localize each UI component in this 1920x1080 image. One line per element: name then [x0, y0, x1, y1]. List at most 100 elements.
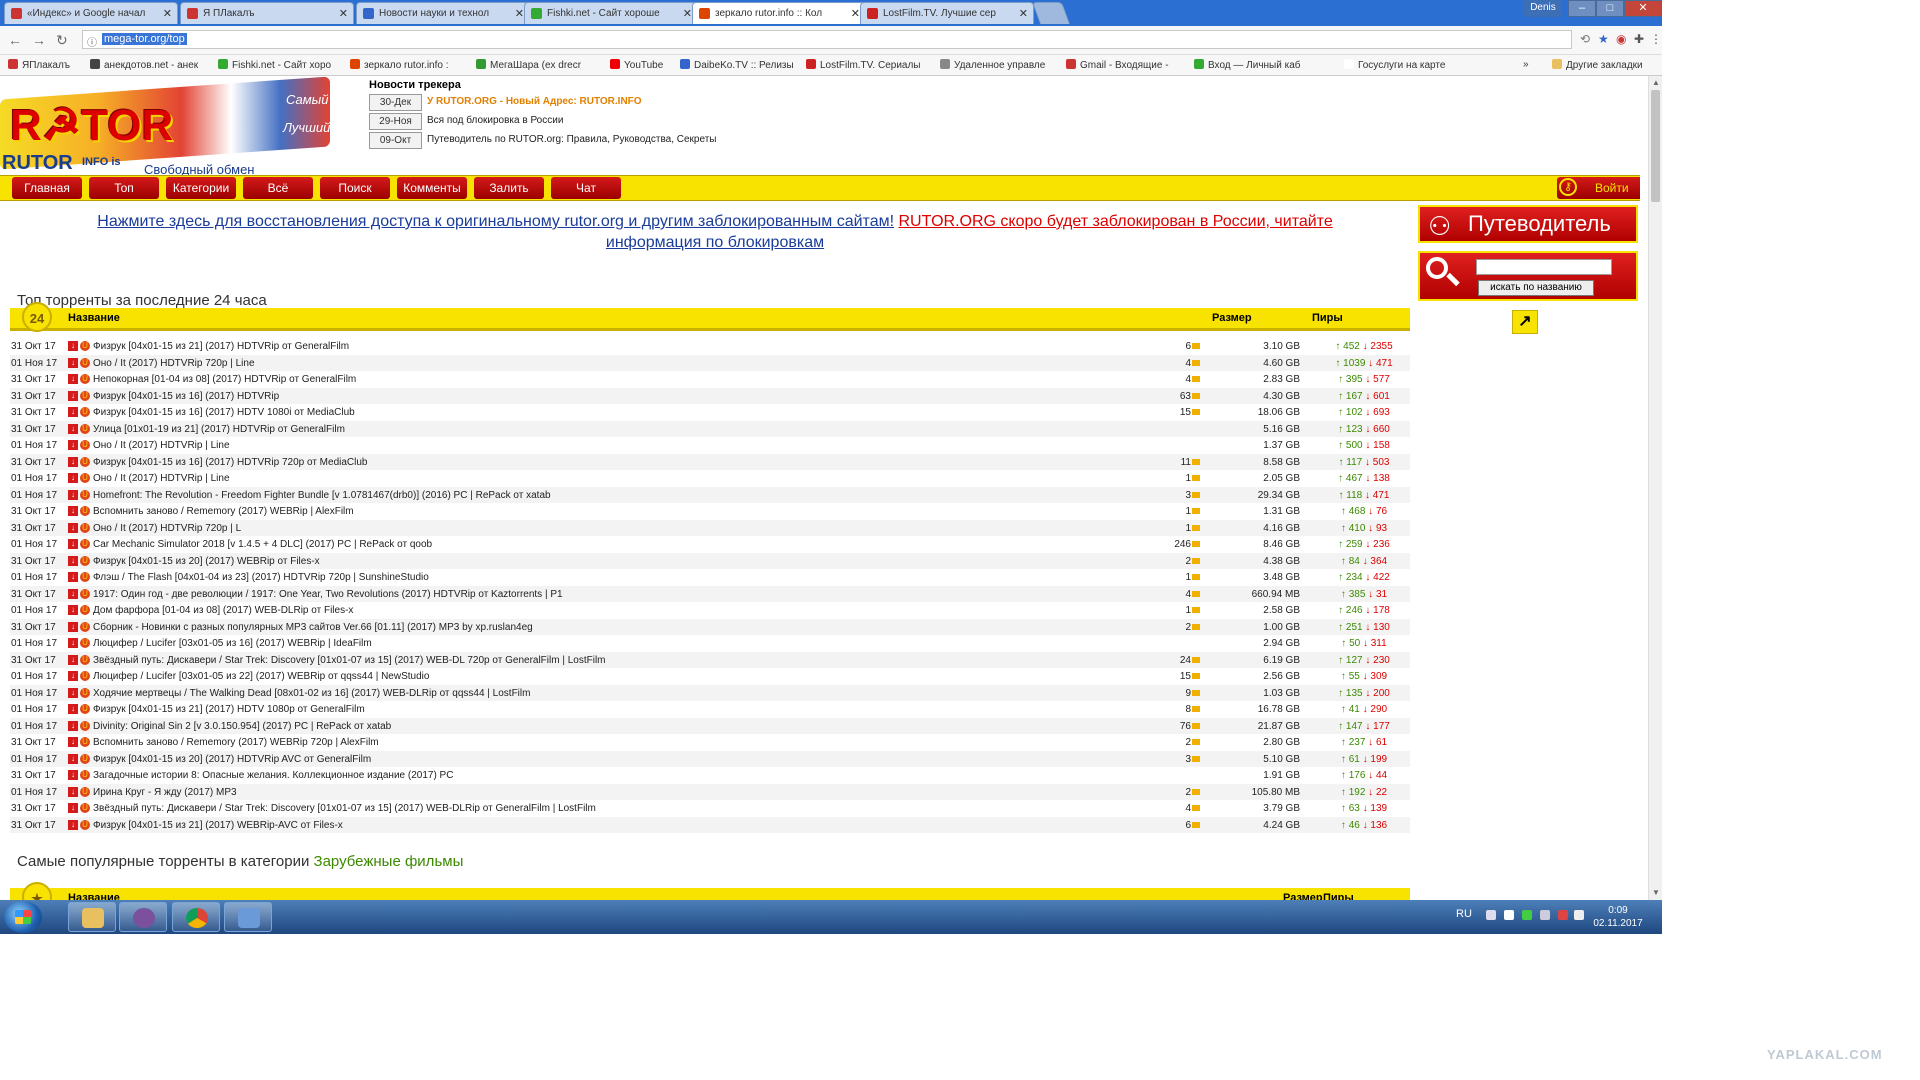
download-icon[interactable]: ↓	[68, 506, 78, 516]
download-icon[interactable]: ↓	[68, 770, 78, 780]
language-indicator[interactable]: RU	[1456, 908, 1472, 920]
taskbar-app[interactable]	[224, 902, 272, 932]
forward-icon[interactable]: →	[32, 32, 46, 48]
search-input[interactable]	[1476, 259, 1612, 275]
taskbar-viber[interactable]	[119, 902, 167, 932]
guide-button[interactable]: ⚇ Путеводитель	[1418, 205, 1638, 243]
download-icon[interactable]: ↓	[68, 737, 78, 747]
popular-category-link[interactable]: Зарубежные фильмы	[314, 853, 464, 870]
browser-tab[interactable]: зеркало rutor.info :: Кол ✕	[692, 2, 866, 24]
extension-puzzle-icon[interactable]: ✚	[1634, 32, 1644, 46]
magnet-icon[interactable]: U	[80, 737, 90, 747]
magnet-icon[interactable]: U	[80, 803, 90, 813]
magnet-icon[interactable]: U	[80, 456, 90, 467]
scroll-down-icon[interactable]: ▼	[1652, 888, 1660, 897]
other-bookmarks-folder[interactable]: Другие закладки	[1552, 59, 1643, 71]
torrent-title-link[interactable]: Divinity: Original Sin 2 [v 3.0.150.954]…	[93, 721, 1173, 732]
download-icon[interactable]: ↓	[68, 720, 78, 731]
torrent-title-link[interactable]: Непокорная [01-04 из 08] (2017) HDTVRip …	[93, 374, 1173, 385]
monitor-icon[interactable]	[1574, 910, 1584, 920]
torrent-title-link[interactable]: Физрук [04x01-15 из 21] (2017) WEBRip-AV…	[93, 820, 1173, 831]
download-icon[interactable]: ↓	[68, 423, 78, 434]
tab-close-icon[interactable]: ✕	[1019, 7, 1028, 20]
bookmark-item[interactable]: Вход — Личный каб	[1194, 59, 1301, 71]
address-bar[interactable]: ⓘ mega-tor.org/top	[82, 30, 1572, 49]
volume-icon[interactable]	[1504, 910, 1514, 920]
download-icon[interactable]: ↓	[68, 489, 78, 500]
tab-close-icon[interactable]: ✕	[683, 7, 692, 20]
download-icon[interactable]: ↓	[68, 341, 78, 351]
start-button[interactable]	[4, 901, 42, 933]
info-icon[interactable]: ⓘ	[87, 34, 97, 49]
torrent-title-link[interactable]: Физрук [04x01-15 из 16] (2017) HDTVRip 7…	[93, 457, 1173, 468]
col2-name[interactable]: Название	[68, 892, 120, 900]
download-icon[interactable]: ↓	[68, 671, 78, 681]
translate-icon[interactable]: ⟲	[1580, 32, 1590, 46]
torrent-title-link[interactable]: Физрук [04x01-15 из 20] (2017) HDTVRip A…	[93, 754, 1173, 765]
torrent-title-link[interactable]: Ходячие мертвецы / The Walking Dead [08x…	[93, 688, 1173, 699]
bookmark-item[interactable]: МегаШара (ex drecr	[476, 59, 581, 71]
bookmarks-overflow-button[interactable]: »	[1523, 59, 1529, 70]
magnet-icon[interactable]: U	[80, 473, 90, 483]
col2-peers[interactable]: Пиры	[1323, 892, 1354, 900]
torrent-title-link[interactable]: Звёздный путь: Дискавери / Star Trek: Di…	[93, 803, 1173, 814]
torrent-title-link[interactable]: Физрук [04x01-15 из 20] (2017) WEBRip от…	[93, 556, 1173, 567]
torrent-title-link[interactable]: Вспомнить заново / Rememory (2017) WEBRi…	[93, 737, 1173, 748]
menu-item[interactable]: Топ	[89, 177, 159, 199]
download-icon[interactable]: ↓	[68, 803, 78, 813]
magnet-icon[interactable]: U	[80, 357, 90, 368]
download-icon[interactable]: ↓	[68, 374, 78, 384]
clock[interactable]: 0:09 02.11.2017	[1590, 904, 1646, 930]
block-info-link[interactable]: информация по блокировкам	[606, 234, 824, 251]
download-icon[interactable]: ↓	[68, 390, 78, 401]
download-icon[interactable]: ↓	[68, 473, 78, 483]
torrent-title-link[interactable]: Звёздный путь: Дискавери / Star Trek: Di…	[93, 655, 1173, 666]
search-button[interactable]: искать по названию	[1478, 280, 1594, 296]
download-icon[interactable]: ↓	[68, 588, 78, 599]
bookmark-item[interactable]: ЯПлакалъ	[8, 59, 70, 71]
download-icon[interactable]: ↓	[68, 357, 78, 368]
col2-size[interactable]: Размер	[1283, 892, 1323, 900]
magnet-icon[interactable]: U	[80, 638, 90, 648]
torrent-title-link[interactable]: Улица [01x01-19 из 21] (2017) HDTVRip от…	[93, 424, 1173, 435]
bookmark-item[interactable]: YouTube	[610, 59, 663, 71]
magnet-icon[interactable]: U	[80, 374, 90, 384]
browser-tab[interactable]: LostFilm.TV. Лучшие сер ✕	[860, 2, 1034, 24]
torrent-title-link[interactable]: Car Mechanic Simulator 2018 [v 1.4.5 + 4…	[93, 539, 1173, 550]
torrent-title-link[interactable]: 1917: Один год - две революции / 1917: O…	[93, 589, 1173, 600]
download-icon[interactable]: ↓	[68, 819, 78, 830]
login-button[interactable]: ⚷ Войти	[1557, 177, 1640, 199]
magnet-icon[interactable]: U	[80, 489, 90, 500]
magnet-icon[interactable]: U	[80, 687, 90, 698]
download-icon[interactable]: ↓	[68, 605, 78, 615]
tab-close-icon[interactable]: ✕	[163, 7, 172, 20]
download-icon[interactable]: ↓	[68, 687, 78, 698]
menu-item[interactable]: Главная	[12, 177, 82, 199]
minimize-button[interactable]: –	[1568, 0, 1596, 17]
magnet-icon[interactable]: U	[80, 506, 90, 516]
magnet-icon[interactable]: U	[80, 753, 90, 764]
torrent-title-link[interactable]: Флэш / The Flash [04x01-04 из 23] (2017)…	[93, 572, 1173, 583]
maximize-button[interactable]: □	[1596, 0, 1624, 17]
news-item[interactable]: 09-Окт Путеводитель по RUTOR.org: Правила…	[369, 132, 717, 150]
magnet-icon[interactable]: U	[80, 407, 90, 417]
magnet-icon[interactable]: U	[80, 588, 90, 599]
torrent-title-link[interactable]: Люцифер / Lucifer [03x01-05 из 16] (2017…	[93, 638, 1173, 649]
torrent-title-link[interactable]: Физрук [04x01-15 из 21] (2017) HDTV 1080…	[93, 704, 1173, 715]
scroll-up-icon[interactable]: ▲	[1652, 78, 1660, 87]
network-icon[interactable]	[1540, 910, 1550, 920]
new-tab-button[interactable]	[1031, 2, 1071, 24]
torrent-title-link[interactable]: Оно / It (2017) HDTVRip | Line	[93, 440, 1173, 451]
extension-icon[interactable]: ◉	[1616, 32, 1626, 46]
magnet-icon[interactable]: U	[80, 720, 90, 731]
magnet-icon[interactable]: U	[80, 390, 90, 401]
bookmark-item[interactable]: зеркало rutor.info :	[350, 59, 449, 71]
download-icon[interactable]: ↓	[68, 539, 78, 549]
menu-kebab-icon[interactable]: ⋮	[1650, 32, 1662, 46]
torrent-title-link[interactable]: Оно / It (2017) HDTVRip 720p | L	[93, 523, 1173, 534]
magnet-icon[interactable]: U	[80, 572, 90, 582]
bookmark-item[interactable]: LostFilm.TV. Сериалы	[806, 59, 921, 71]
menu-item[interactable]: Комменты	[397, 177, 467, 199]
menu-item[interactable]: Всё	[243, 177, 313, 199]
tab-close-icon[interactable]: ✕	[851, 7, 860, 20]
